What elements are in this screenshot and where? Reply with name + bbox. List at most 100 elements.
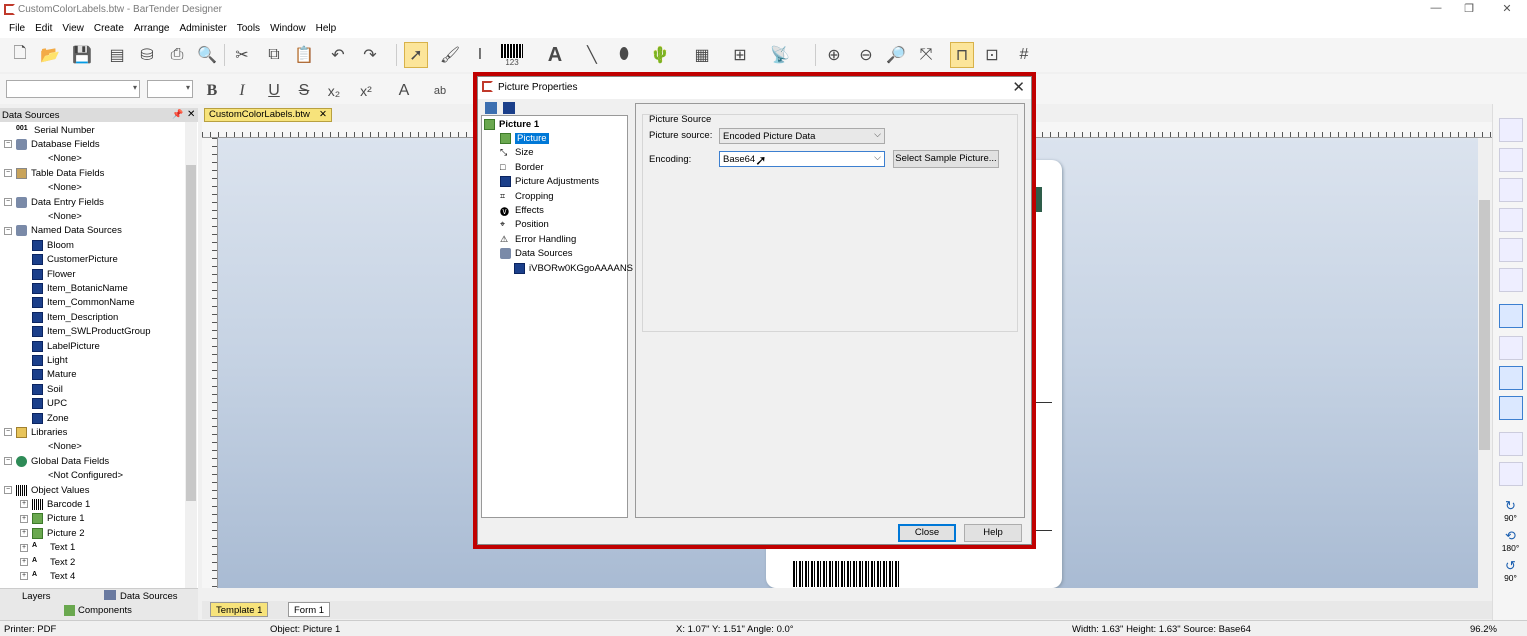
data-source-tree-item[interactable]: Zone [32,411,69,425]
expand-icon[interactable]: + [20,500,28,509]
collapse-icon[interactable]: − [4,140,12,149]
canvas-vertical-scroll-thumb[interactable] [1479,200,1490,450]
font-color-button[interactable]: A [392,78,416,104]
align-top-icon[interactable] [1499,178,1523,202]
barcode-object[interactable] [793,561,899,587]
snap-icon[interactable]: ⊡ [980,42,1004,68]
rotate-180-icon[interactable]: ⟲ [1493,528,1527,544]
new-document-icon[interactable]: 🗋 [8,42,32,68]
database-setup-icon[interactable]: ⛁ [135,42,159,68]
data-source-tree-item[interactable]: Item_SWLProductGroup [32,325,151,339]
align-right-icon[interactable] [1499,148,1523,172]
menu-view[interactable]: View [57,20,89,38]
font-size-combo[interactable] [147,80,193,98]
menu-arrange[interactable]: Arrange [129,20,175,38]
bold-button[interactable]: B [200,78,224,104]
data-source-tree-item[interactable]: − Named Data Sources [4,224,122,238]
data-source-tree-item[interactable]: <Not Configured> [48,469,123,483]
data-source-tree-item[interactable]: + A Text 4 [20,569,75,583]
menu-tools[interactable]: Tools [232,20,265,38]
data-sources-scroll-thumb[interactable] [186,165,196,501]
zoom-in-icon[interactable]: ⊕ [822,42,846,68]
pin-icon[interactable]: 📌 [172,109,183,120]
expand-icon[interactable]: + [20,529,28,538]
select-tool-icon[interactable]: ➚ [404,42,428,68]
expand-icon[interactable]: + [20,558,28,566]
data-source-tree-item[interactable]: Item_Description [32,310,118,324]
zoom-custom-icon[interactable]: 🔎 [884,42,908,68]
collapse-icon[interactable]: − [4,486,12,494]
data-source-tree-item[interactable]: <None> [48,440,82,454]
format-painter-icon[interactable]: 🖌 [438,42,462,68]
line-tool-icon[interactable]: ╲ [580,42,604,68]
open-folder-icon[interactable]: 📂 [38,42,62,68]
data-source-tree-item[interactable]: Item_BotanicName [32,281,128,295]
page-setup-icon[interactable]: ▤ [105,42,129,68]
document-tab[interactable]: CustomColorLabels.btw ✕ [204,108,332,122]
align-bottom-icon[interactable] [1499,208,1523,232]
data-source-tree-item[interactable]: CustomerPicture [32,253,118,267]
undo-icon[interactable]: ↶ [326,42,350,68]
picture-tool-icon[interactable]: 🌵 [648,42,672,68]
text-cursor-tool-icon[interactable]: Ι [468,42,492,68]
print-icon[interactable]: ⎙ [165,42,189,68]
data-source-tree-item[interactable]: + Picture 2 [20,526,85,540]
strikethrough-button[interactable]: S [292,78,316,104]
grid-lines-icon[interactable]: # [1012,42,1036,68]
menu-administer[interactable]: Administer [174,20,231,38]
center-page-h-icon[interactable] [1499,366,1523,390]
data-source-tree-item[interactable]: − Data Entry Fields [4,195,104,209]
data-source-tree-item[interactable]: <None> [48,152,82,166]
data-source-tree-item[interactable]: UPC [32,397,67,411]
italic-button[interactable]: I [230,78,254,104]
font-name-combo[interactable] [6,80,140,98]
align-left-icon[interactable] [1499,118,1523,142]
text-tool-icon[interactable]: A [543,42,567,68]
menu-edit[interactable]: Edit [30,20,57,38]
collapse-icon[interactable]: − [4,169,12,178]
rfid-tool-icon[interactable]: 📡 [768,42,792,68]
data-source-tree-item[interactable]: − Database Fields [4,137,100,151]
data-source-tree-item[interactable]: <None> [48,209,82,223]
paste-icon[interactable]: 📋 [292,42,316,68]
template-tab[interactable]: Template 1 [210,602,269,617]
menu-file[interactable]: File [4,20,30,38]
align-center-v-icon[interactable] [1499,268,1523,292]
table-tool-icon[interactable]: ▦ [690,42,714,68]
barcode-tool-icon[interactable]: 123 [500,42,524,68]
data-source-tree-item[interactable]: − Table Data Fields [4,166,104,180]
fit-page-icon[interactable]: ⤧ [914,42,938,68]
data-source-tree-item[interactable]: + A Text 1 [20,541,75,555]
expand-icon[interactable]: + [20,572,28,581]
data-source-tree-item[interactable]: + A Text 2 [20,555,75,569]
data-source-tree-item[interactable]: − Object Values [4,483,89,497]
same-width-icon[interactable] [1499,432,1523,456]
layers-tab[interactable]: Layers [22,591,51,602]
center-page-v-icon[interactable] [1499,396,1523,420]
data-source-tree-item[interactable]: + Barcode 1 [20,497,90,511]
shape-tool-icon[interactable]: ⬮ [612,42,636,68]
components-tab[interactable]: Components [78,605,132,616]
collapse-icon[interactable]: − [4,198,12,206]
cut-icon[interactable]: ✂ [230,42,254,68]
distribute-h-icon[interactable] [1499,304,1523,328]
maximize-button[interactable]: ❐ [1454,2,1484,18]
form-tab[interactable]: Form 1 [288,602,331,617]
zoom-out-icon[interactable]: ⊖ [854,42,878,68]
menu-create[interactable]: Create [89,20,129,38]
data-source-tree-item[interactable]: Bloom [32,238,74,252]
data-source-tree-item[interactable]: Flower [32,267,76,281]
expand-icon[interactable]: + [20,514,28,523]
document-tab-close-icon[interactable]: ✕ [319,109,327,121]
collapse-icon[interactable]: − [4,428,12,437]
menu-window[interactable]: Window [265,20,311,38]
rulers-icon[interactable]: ⊓ [950,42,974,68]
redo-icon[interactable]: ↷ [358,42,382,68]
data-sources-tab[interactable]: Data Sources [120,591,178,602]
close-window-button[interactable]: ✕ [1492,2,1522,18]
expand-icon[interactable]: + [20,543,28,552]
data-source-tree-item[interactable]: 001 Serial Number [16,123,95,137]
subscript-button[interactable]: x₂ [322,78,346,104]
canvas-horizontal-scrollbar[interactable] [218,588,1478,601]
align-center-h-icon[interactable] [1499,238,1523,262]
